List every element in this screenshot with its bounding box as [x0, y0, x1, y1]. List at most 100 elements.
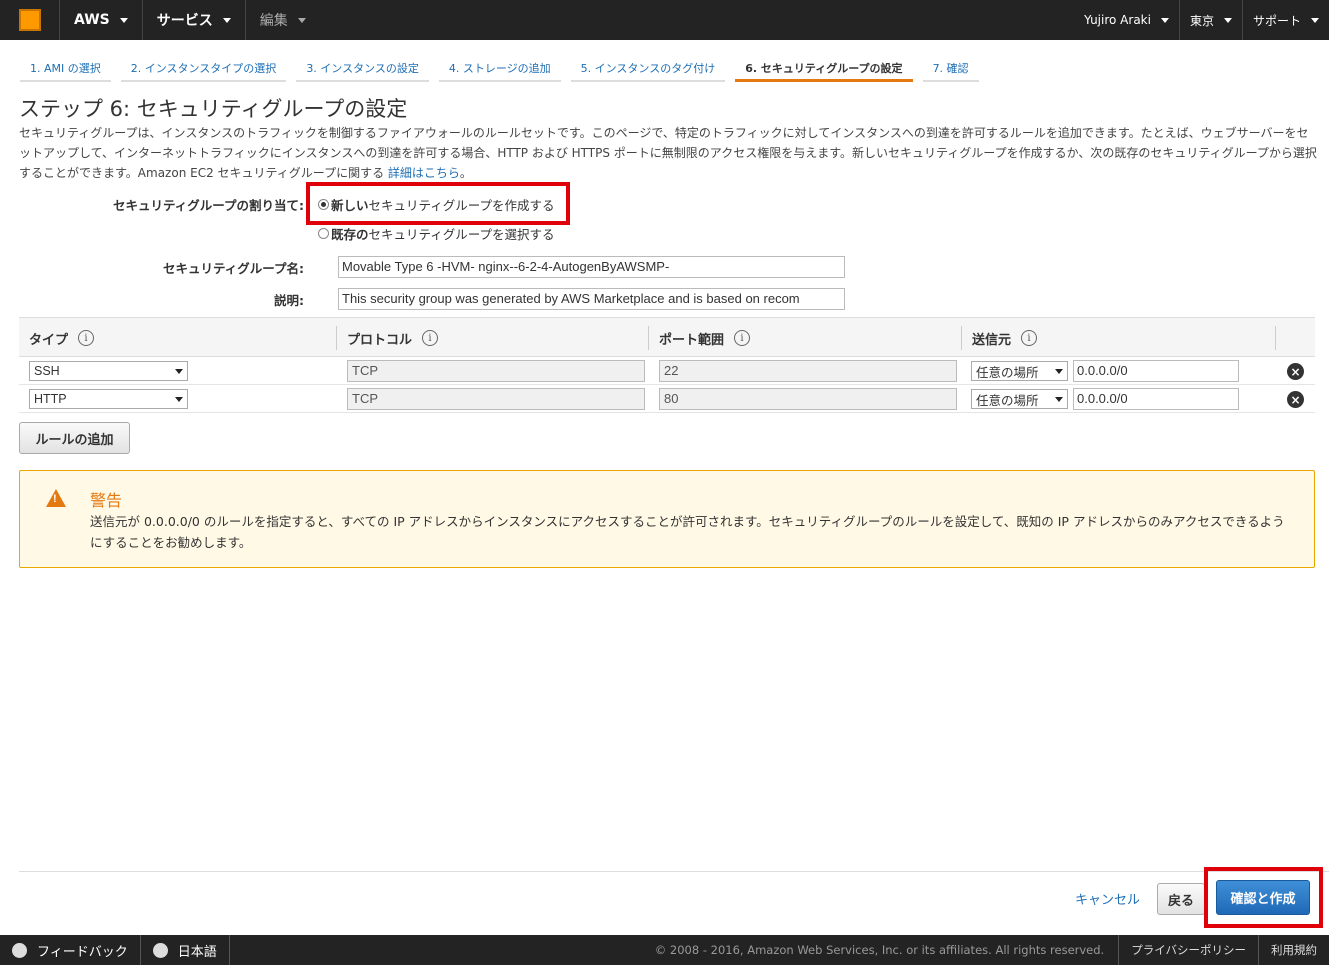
- tab-step-3[interactable]: 3. インスタンスの設定: [296, 56, 429, 82]
- info-icon[interactable]: i: [422, 330, 439, 346]
- privacy-policy-link[interactable]: プライバシーポリシー: [1118, 935, 1258, 965]
- header-port-range: ポート範囲 i: [649, 318, 751, 358]
- header-protocol-label: プロトコル: [347, 332, 413, 348]
- description-text: セキュリティグループは、インスタンスのトラフィックを制御するファイアウォールのル…: [19, 126, 1317, 180]
- group-description-input[interactable]: This security group was generated by AWS…: [338, 288, 845, 310]
- aws-logo[interactable]: [0, 0, 60, 40]
- rule-port-field: 80: [659, 388, 957, 410]
- user-menu[interactable]: Yujiro Araki: [1074, 0, 1179, 40]
- assign-label: セキュリティグループの割り当て:: [113, 198, 304, 213]
- tab-step-2[interactable]: 2. インスタンスタイプの選択: [120, 56, 287, 82]
- support-menu[interactable]: サポート: [1241, 0, 1329, 40]
- feedback-button[interactable]: フィードバック: [0, 935, 141, 965]
- group-name-input[interactable]: Movable Type 6 -HVM- nginx--6-2-4-Autoge…: [338, 256, 845, 278]
- chevron-down-icon: [222, 17, 231, 23]
- description-end: 。: [459, 166, 472, 180]
- highlight-annotation-new-group: [306, 182, 570, 225]
- header-port-label: ポート範囲: [659, 332, 725, 348]
- rule-protocol-field: TCP: [347, 388, 645, 410]
- page-title: ステップ 6: セキュリティグループの設定: [19, 97, 408, 121]
- header-type-label: タイプ: [29, 332, 69, 348]
- rule-cidr-input[interactable]: 0.0.0.0/0: [1073, 360, 1239, 382]
- page-description: セキュリティグループは、インスタンスのトラフィックを制御するファイアウォールのル…: [19, 123, 1319, 183]
- header-type: タイプ i: [19, 318, 95, 358]
- rule-source-value: 任意の場所: [976, 365, 1039, 380]
- edit-menu-label: 編集: [259, 13, 288, 29]
- rule-source-select[interactable]: 任意の場所: [971, 389, 1068, 409]
- group-description-label: 説明:: [274, 293, 304, 308]
- rule-port-field: 22: [659, 360, 957, 382]
- tab-step-6[interactable]: 6. セキュリティグループの設定: [735, 56, 913, 82]
- services-menu-label: サービス: [156, 13, 213, 29]
- radio-select-existing-label: セキュリティグループを選択する: [368, 227, 555, 242]
- warning-title: 警告: [90, 491, 123, 510]
- chevron-down-icon: [119, 17, 128, 23]
- rule-source-select[interactable]: 任意の場所: [971, 361, 1068, 381]
- rules-table-header: タイプ i プロトコル i ポート範囲 i 送信元 i: [19, 317, 1315, 357]
- feedback-label: フィードバック: [37, 944, 128, 960]
- info-icon[interactable]: i: [1021, 330, 1038, 346]
- info-icon[interactable]: i: [734, 330, 751, 346]
- aws-menu-label: AWS: [74, 12, 110, 28]
- remove-rule-icon[interactable]: ×: [1287, 391, 1304, 408]
- chevron-down-icon: [297, 17, 306, 23]
- chevron-down-icon: [175, 396, 183, 402]
- tab-step-5[interactable]: 5. インスタンスのタグ付け: [570, 56, 726, 82]
- language-selector[interactable]: 日本語: [141, 935, 230, 965]
- add-rule-button[interactable]: ルールの追加: [19, 422, 130, 454]
- table-row: HTTP TCP 80 任意の場所 0.0.0.0/0 ×: [19, 385, 1315, 413]
- details-link[interactable]: 詳細はこちら: [388, 166, 460, 180]
- rule-cidr-input[interactable]: 0.0.0.0/0: [1073, 388, 1239, 410]
- wizard-steps: 1. AMI の選択 2. インスタンスタイプの選択 3. インスタンスの設定 …: [20, 56, 989, 82]
- header-source: 送信元 i: [962, 318, 1038, 358]
- edit-menu[interactable]: 編集: [246, 0, 320, 40]
- action-divider: [19, 871, 1329, 872]
- warning-icon-mark: !: [53, 493, 57, 505]
- aws-menu[interactable]: AWS: [60, 0, 143, 40]
- footer-bar: フィードバック 日本語 © 2008 - 2016, Amazon Web Se…: [0, 935, 1329, 965]
- rule-type-value: SSH: [34, 364, 60, 378]
- info-icon[interactable]: i: [78, 330, 95, 346]
- chevron-down-icon: [1055, 368, 1063, 374]
- aws-cube-icon: [18, 9, 41, 31]
- region-menu[interactable]: 東京: [1178, 0, 1242, 40]
- remove-rule-icon[interactable]: ×: [1287, 363, 1304, 380]
- rule-protocol-field: TCP: [347, 360, 645, 382]
- tab-step-4[interactable]: 4. ストレージの追加: [438, 56, 561, 82]
- region-menu-label: 東京: [1189, 13, 1214, 28]
- header-protocol: プロトコル i: [337, 318, 439, 358]
- copyright-text: © 2008 - 2016, Amazon Web Services, Inc.…: [654, 943, 1105, 957]
- column-divider: [1275, 326, 1276, 350]
- tab-step-7[interactable]: 7. 確認: [922, 56, 979, 82]
- chevron-down-icon: [1311, 17, 1319, 23]
- rules-table: タイプ i プロトコル i ポート範囲 i 送信元 i SSH TCP 22 任意の場所…: [19, 317, 1315, 413]
- chevron-down-icon: [1055, 396, 1063, 402]
- rule-source-value: 任意の場所: [976, 393, 1039, 408]
- chevron-down-icon: [1223, 17, 1232, 23]
- cancel-link[interactable]: キャンセル: [1075, 889, 1140, 908]
- group-name-label: セキュリティグループ名:: [163, 261, 304, 276]
- radio-select-existing[interactable]: 既存の セキュリティグループを選択する: [318, 224, 555, 243]
- warning-icon: !: [46, 489, 66, 507]
- services-menu[interactable]: サービス: [143, 0, 246, 40]
- warning-box: ! 警告 送信元が 0.0.0.0/0 のルールを指定すると、すべての IP ア…: [19, 470, 1315, 568]
- terms-link[interactable]: 利用規約: [1258, 935, 1329, 965]
- globe-icon: [152, 942, 168, 958]
- header-source-label: 送信元: [972, 332, 1012, 348]
- chevron-down-icon: [175, 368, 183, 374]
- support-menu-label: サポート: [1252, 13, 1301, 28]
- table-row: SSH TCP 22 任意の場所 0.0.0.0/0 ×: [19, 357, 1315, 385]
- rule-type-value: HTTP: [34, 392, 67, 406]
- rule-type-select[interactable]: HTTP: [29, 389, 188, 409]
- user-menu-label: Yujiro Araki: [1084, 13, 1151, 27]
- chevron-down-icon: [1160, 17, 1169, 23]
- radio-button[interactable]: [318, 228, 329, 239]
- highlight-annotation-review: [1204, 867, 1323, 928]
- radio-select-existing-bold: 既存の: [331, 227, 369, 242]
- warning-text: 送信元が 0.0.0.0/0 のルールを指定すると、すべての IP アドレスから…: [90, 514, 1285, 550]
- tab-step-1[interactable]: 1. AMI の選択: [20, 56, 111, 82]
- rule-type-select[interactable]: SSH: [29, 361, 188, 381]
- language-label: 日本語: [177, 944, 217, 960]
- back-button[interactable]: 戻る: [1157, 883, 1205, 915]
- top-navigation-bar: AWS サービス 編集 Yujiro Araki 東京 サポート: [0, 0, 1329, 40]
